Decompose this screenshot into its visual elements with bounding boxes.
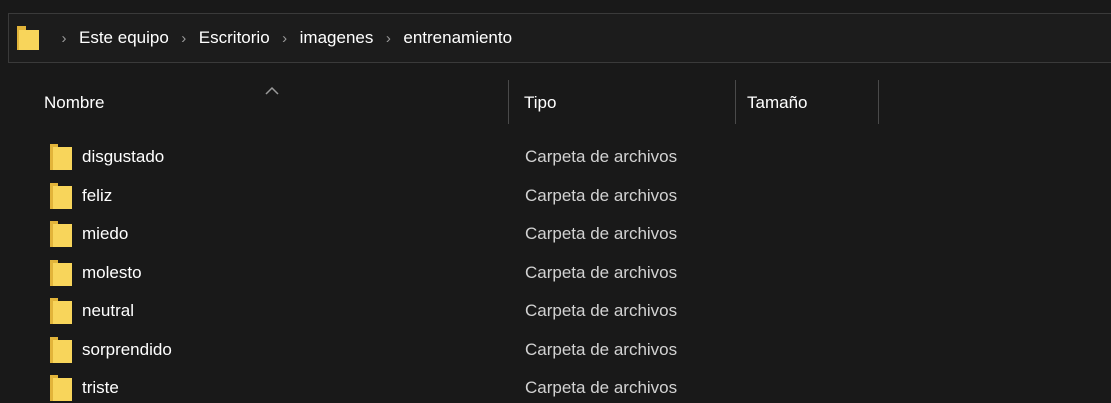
breadcrumb-separator[interactable]: › bbox=[53, 30, 75, 47]
folder-icon bbox=[50, 144, 72, 170]
list-item[interactable]: feliz Carpeta de archivos bbox=[0, 177, 1111, 216]
list-item[interactable]: neutral Carpeta de archivos bbox=[0, 292, 1111, 331]
folder-icon bbox=[17, 26, 39, 50]
column-divider[interactable] bbox=[508, 80, 509, 124]
breadcrumb-entrenamiento[interactable]: entrenamiento bbox=[399, 28, 516, 48]
list-item[interactable]: triste Carpeta de archivos bbox=[0, 369, 1111, 403]
folder-icon bbox=[50, 221, 72, 247]
file-type: Carpeta de archivos bbox=[525, 378, 678, 397]
file-name: triste bbox=[82, 378, 119, 397]
list-item[interactable]: miedo Carpeta de archivos bbox=[0, 215, 1111, 254]
breadcrumb-separator[interactable]: › bbox=[377, 30, 399, 47]
breadcrumb-este-equipo[interactable]: Este equipo bbox=[75, 28, 173, 48]
folder-icon bbox=[50, 336, 72, 363]
breadcrumb-separator[interactable]: › bbox=[173, 30, 195, 47]
list-item[interactable]: disgustado Carpeta de archivos bbox=[0, 138, 1111, 177]
file-explorer-window: › Este equipo › Escritorio › imagenes › … bbox=[0, 0, 1111, 403]
folder-icon bbox=[50, 259, 72, 286]
file-type: Carpeta de archivos bbox=[525, 224, 678, 243]
file-name: neutral bbox=[82, 301, 134, 320]
column-header-name[interactable]: Nombre bbox=[44, 78, 506, 128]
file-name: feliz bbox=[82, 185, 113, 205]
file-type: Carpeta de archivos bbox=[525, 147, 678, 166]
address-bar[interactable]: › Este equipo › Escritorio › imagenes › … bbox=[8, 13, 1111, 63]
column-divider[interactable] bbox=[878, 80, 879, 124]
folder-icon bbox=[50, 298, 72, 324]
breadcrumb-escritorio[interactable]: Escritorio bbox=[195, 28, 274, 48]
folder-icon bbox=[50, 182, 72, 209]
file-type: Carpeta de archivos bbox=[525, 185, 678, 205]
file-type: Carpeta de archivos bbox=[525, 301, 678, 320]
file-name: miedo bbox=[82, 224, 129, 243]
column-header: Nombre Tipo Tamaño bbox=[0, 78, 1111, 128]
column-divider[interactable] bbox=[735, 80, 736, 124]
file-name: molesto bbox=[82, 262, 142, 282]
file-type: Carpeta de archivos bbox=[525, 339, 678, 359]
list-item[interactable]: molesto Carpeta de archivos bbox=[0, 254, 1111, 293]
column-header-size[interactable]: Tamaño bbox=[747, 78, 877, 128]
file-type: Carpeta de archivos bbox=[525, 262, 678, 282]
file-name: sorprendido bbox=[82, 339, 172, 359]
list-item[interactable]: sorprendido Carpeta de archivos bbox=[0, 331, 1111, 370]
folder-icon bbox=[50, 375, 72, 401]
breadcrumb-imagenes[interactable]: imagenes bbox=[296, 28, 378, 48]
column-header-type[interactable]: Tipo bbox=[524, 78, 734, 128]
file-list: disgustado Carpeta de archivos feliz Car… bbox=[0, 138, 1111, 403]
breadcrumb-separator[interactable]: › bbox=[274, 30, 296, 47]
file-name: disgustado bbox=[82, 147, 165, 166]
